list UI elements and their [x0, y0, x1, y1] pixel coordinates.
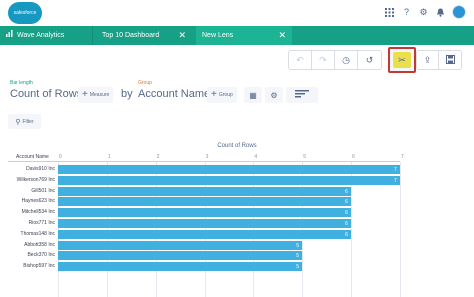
save-button[interactable] — [439, 51, 461, 69]
bar[interactable] — [58, 165, 400, 174]
salesforce-logo[interactable]: salesforce — [8, 2, 42, 24]
tab-label: Wave Analytics — [17, 32, 65, 39]
x-tick-label: 5 — [303, 154, 307, 160]
tab-bar: Wave Analytics Top 10 Dashboard ✕ New Le… — [0, 26, 474, 45]
header-icons: ? ⚙ — [384, 5, 466, 19]
tab-label: New Lens — [202, 32, 234, 39]
bar-value-label: 6 — [345, 210, 348, 217]
category-label: Thomas148 Inc — [20, 230, 55, 237]
gear-icon[interactable]: ⚙ — [418, 7, 429, 18]
clip-to-designer-button[interactable]: ✂ — [393, 52, 411, 68]
scissors-icon: ✂ — [398, 54, 406, 65]
x-tick-label: 7 — [401, 154, 404, 160]
bar-value-label: 6 — [345, 221, 348, 227]
group-value[interactable]: Account Name — [138, 88, 210, 100]
avatar[interactable] — [452, 5, 466, 19]
top-header: salesforce ? ⚙ — [0, 0, 474, 26]
apps-grid-icon[interactable] — [384, 7, 395, 18]
x-tick-label: 0 — [59, 154, 62, 160]
x-tick-label: 2 — [156, 154, 160, 160]
bar-value-label: 7 — [394, 167, 397, 173]
category-label: Abbott358 Inc — [24, 241, 55, 248]
bar-value-label: 5 — [296, 253, 300, 260]
bar-value-label: 7 — [394, 177, 397, 184]
redo-button[interactable]: ↷ — [312, 51, 335, 69]
share-button[interactable]: ⇪ — [417, 51, 440, 69]
reset-button[interactable]: ↺ — [358, 51, 381, 69]
share-icon: ⇪ — [423, 54, 432, 65]
tab-label: Top 10 Dashboard — [102, 32, 160, 39]
close-icon[interactable]: ✕ — [178, 26, 186, 45]
save-icon — [445, 54, 455, 66]
undo-button[interactable]: ↶ — [289, 51, 312, 69]
category-label: Rios771 Inc — [28, 220, 55, 226]
settings-button[interactable]: ⚙ — [265, 87, 283, 103]
clip-highlight: ✂ — [388, 47, 416, 73]
hbar-chart-icon — [295, 90, 309, 100]
group-label: Group — [138, 80, 152, 86]
bar[interactable] — [58, 240, 303, 250]
chart-type-button[interactable] — [286, 87, 318, 103]
x-tick-label: 3 — [205, 154, 209, 160]
plus-icon: + — [211, 89, 217, 100]
bar-value-label: 5 — [296, 242, 300, 249]
share-toolbar: ⇪ — [416, 50, 462, 70]
bar[interactable] — [58, 197, 352, 207]
redo-icon: ↷ — [319, 54, 327, 65]
by-text: by — [121, 88, 133, 100]
bell-icon[interactable] — [435, 7, 446, 18]
x-tick-label: 1 — [107, 154, 111, 160]
bar[interactable] — [58, 175, 400, 185]
x-tick-label: 6 — [352, 154, 355, 160]
bar-value-label: 5 — [296, 264, 300, 271]
tab-divider — [92, 26, 93, 45]
x-tick-label: 4 — [254, 154, 258, 160]
bar[interactable] — [58, 186, 352, 196]
table-view-button[interactable]: ▦ — [244, 87, 262, 103]
filter-icon: ⚲ — [15, 118, 21, 126]
history-button[interactable]: ◷ — [335, 51, 358, 69]
grid-line — [400, 162, 401, 297]
category-label: Wilkerson769 Inc — [16, 176, 55, 183]
tab-wave-analytics[interactable]: Wave Analytics — [0, 26, 92, 45]
bar-value-label: 6 — [345, 199, 348, 206]
category-label: Haynes623 Inc — [21, 198, 55, 205]
tab-top-10-dashboard[interactable]: Top 10 Dashboard ✕ — [96, 26, 192, 45]
bar[interactable] — [58, 219, 352, 228]
category-label: Bishop597 Inc — [23, 263, 55, 270]
category-label: Gill501 Inc — [31, 187, 55, 194]
tab-new-lens[interactable]: New Lens ✕ — [196, 26, 292, 45]
help-icon[interactable]: ? — [401, 7, 412, 18]
table-icon: ▦ — [249, 90, 257, 100]
category-label: Davis910 Inc — [26, 166, 55, 172]
gear-icon: ⚙ — [270, 90, 278, 100]
bar[interactable] — [58, 251, 303, 261]
filter-button[interactable]: ⚲ Filter — [8, 114, 41, 129]
filter-label: Filter — [22, 118, 34, 125]
bar[interactable] — [58, 229, 352, 239]
group-button-label: Group — [218, 92, 233, 98]
reset-icon: ↺ — [365, 54, 374, 65]
y-axis-title: Account Name — [16, 154, 49, 160]
add-measure-button[interactable]: + Measure — [78, 87, 114, 103]
bar[interactable] — [58, 208, 352, 218]
category-label: Mitchell534 Inc — [21, 209, 55, 216]
bar-length-value[interactable]: Count of Rows — [10, 88, 82, 100]
chart-title: Count of Rows — [217, 143, 257, 149]
close-icon[interactable]: ✕ — [278, 26, 286, 45]
bar-value-label: 6 — [345, 231, 348, 238]
add-group-button[interactable]: + Group — [207, 87, 237, 103]
bar-value-label: 6 — [345, 188, 348, 195]
history-toolbar: ↶ ↷ ◷ ↺ — [288, 50, 382, 70]
plus-icon: + — [82, 89, 88, 100]
chart-icon — [6, 26, 13, 45]
bar-length-label: Bar length — [10, 80, 33, 86]
bar[interactable] — [58, 262, 303, 272]
clock-icon: ◷ — [342, 54, 350, 65]
measure-label: Measure — [89, 92, 110, 98]
undo-icon: ↶ — [296, 54, 304, 65]
category-label: Beck370 Inc — [27, 252, 55, 259]
